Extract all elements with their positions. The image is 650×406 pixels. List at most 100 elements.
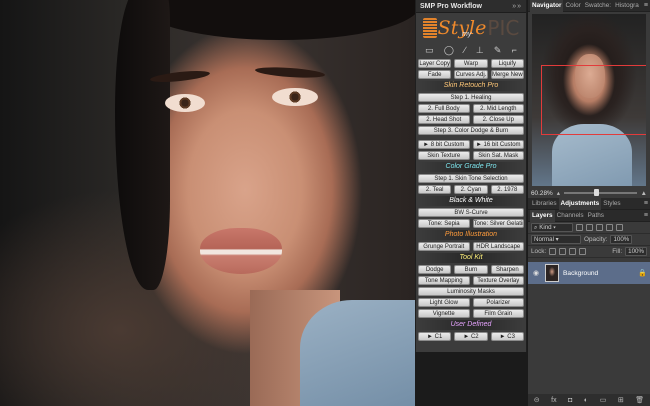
type-filter-icon[interactable] bbox=[596, 224, 603, 231]
pencil-icon[interactable]: ✎ bbox=[494, 45, 502, 56]
button-row: Dodge Burn Sharpen bbox=[416, 265, 526, 274]
adjustment-layer-icon[interactable]: ◐ bbox=[584, 397, 588, 404]
zoom-level[interactable]: 60.28% bbox=[531, 190, 553, 197]
tab-paths[interactable]: Paths bbox=[586, 210, 606, 222]
panel-menu-icon[interactable]: ≡ bbox=[644, 212, 648, 219]
zoom-out-icon[interactable]: ▴ bbox=[557, 189, 560, 197]
tab-color[interactable]: Color bbox=[563, 0, 582, 12]
zoom-slider[interactable] bbox=[563, 189, 637, 196]
layer-row-background[interactable]: ◉ Background 🔒 bbox=[528, 262, 650, 284]
button-row: Step 1. Skin Tone Selection bbox=[416, 174, 526, 183]
tone-silver-gelatin-button[interactable]: Tone: Silver Gelatin bbox=[472, 219, 524, 228]
lock-pixels-icon[interactable] bbox=[559, 248, 567, 255]
stamp-icon[interactable]: ⊥ bbox=[476, 45, 484, 56]
link-layers-icon[interactable]: ⊝ bbox=[534, 396, 540, 404]
skin-sat-mask-button[interactable]: Skin Sat. Mask bbox=[472, 151, 524, 160]
trash-icon[interactable]: 🗑 bbox=[635, 396, 644, 404]
2-full-body-button[interactable]: 2. Full Body bbox=[418, 104, 470, 113]
c2-button[interactable]: ► C2 bbox=[454, 332, 488, 341]
eyedropper-icon[interactable]: ⌐ bbox=[512, 45, 517, 55]
2-1978-button[interactable]: 2. 1978 bbox=[490, 185, 524, 194]
8-bit-custom-button[interactable]: ► 8 bit Custom bbox=[418, 140, 470, 149]
hdr-landscape-button[interactable]: HDR Landscape bbox=[472, 242, 524, 251]
smart-filter-icon[interactable] bbox=[616, 224, 623, 231]
16-bit-custom-button[interactable]: ► 16 bit Custom bbox=[472, 140, 524, 149]
layer-copy-button[interactable]: Layer Copy bbox=[418, 59, 452, 68]
step-3-color-dodge-burn-button[interactable]: Step 3. Color Dodge & Burn bbox=[418, 126, 524, 135]
fill-field[interactable]: 100% bbox=[625, 247, 647, 256]
c1-button[interactable]: ► C1 bbox=[418, 332, 452, 341]
light-glow-button[interactable]: Light Glow bbox=[418, 298, 470, 307]
opacity-field[interactable]: 100% bbox=[610, 235, 633, 244]
merge-new-button[interactable]: Merge New bbox=[490, 70, 524, 79]
pixel-filter-icon[interactable] bbox=[576, 224, 583, 231]
panel-menu-icon[interactable]: ≡ bbox=[644, 2, 648, 9]
tab-swatches[interactable]: Swatche: bbox=[583, 0, 613, 12]
blend-mode-select[interactable]: Normal ▾ bbox=[531, 235, 581, 244]
tone-mapping-button[interactable]: Tone Mapping bbox=[418, 276, 470, 285]
style-my-pic-logo: Style PIC my bbox=[416, 13, 526, 43]
2-head-shot-button[interactable]: 2. Head Shot bbox=[418, 115, 470, 124]
2-teal-button[interactable]: 2. Teal bbox=[418, 185, 452, 194]
bw-s-curve-button[interactable]: BW S-Curve bbox=[418, 208, 524, 217]
collapse-icon[interactable]: »» bbox=[512, 3, 522, 10]
lock-all-icon[interactable] bbox=[579, 248, 587, 255]
curves-adj-button[interactable]: Curves Adj. bbox=[454, 70, 488, 79]
tool-kit-section-title: Tool Kit bbox=[418, 253, 524, 263]
tab-histogram[interactable]: Histogra bbox=[613, 0, 641, 12]
adjustments-tabbar: Libraries Adjustments Styles ≡ bbox=[528, 197, 650, 210]
hair-left bbox=[115, 0, 170, 290]
visibility-eye-icon[interactable]: ◉ bbox=[531, 269, 541, 277]
tab-styles[interactable]: Styles bbox=[601, 198, 622, 210]
dodge-button[interactable]: Dodge bbox=[418, 265, 452, 274]
film-grain-button[interactable]: Film Grain bbox=[472, 309, 524, 318]
panel-menu-icon[interactable]: ≡ bbox=[644, 200, 648, 207]
polarizer-button[interactable]: Polarizer bbox=[472, 298, 524, 307]
liquify-button[interactable]: Liquify bbox=[490, 59, 524, 68]
adjustment-filter-icon[interactable] bbox=[586, 224, 593, 231]
step-1-skin-tone-selection-button[interactable]: Step 1. Skin Tone Selection bbox=[418, 174, 524, 183]
fill-label: Fill: bbox=[612, 248, 623, 255]
lock-transparent-icon[interactable] bbox=[549, 248, 557, 255]
photo-canvas[interactable] bbox=[0, 0, 415, 406]
shape-filter-icon[interactable] bbox=[606, 224, 613, 231]
grunge-portrait-button[interactable]: Grunge Portrait bbox=[418, 242, 470, 251]
panel-header[interactable]: SMP Pro Workflow »» bbox=[416, 0, 526, 13]
layer-name[interactable]: Background bbox=[563, 270, 634, 277]
zoom-in-icon[interactable]: ▲ bbox=[641, 190, 647, 197]
tab-adjustments[interactable]: Adjustments bbox=[558, 197, 602, 210]
fx-icon[interactable]: fx bbox=[551, 397, 556, 404]
warp-button[interactable]: Warp bbox=[454, 59, 488, 68]
tab-channels[interactable]: Channels bbox=[555, 210, 586, 222]
2-close-up-button[interactable]: 2. Close Up bbox=[472, 115, 524, 124]
tab-navigator[interactable]: Navigator bbox=[530, 0, 564, 12]
skin-texture-button[interactable]: Skin Texture bbox=[418, 151, 470, 160]
button-row: 2. Full Body 2. Mid Length bbox=[416, 104, 526, 113]
sharpen-button[interactable]: Sharpen bbox=[490, 265, 524, 274]
texture-overlay-button[interactable]: Texture Overlay bbox=[472, 276, 524, 285]
lasso-icon[interactable]: ◯ bbox=[444, 45, 454, 56]
brush-icon[interactable]: ∕ bbox=[464, 45, 466, 55]
vignette-button[interactable]: Vignette bbox=[418, 309, 470, 318]
fade-button[interactable]: Fade bbox=[418, 70, 452, 79]
button-row: ► C1 ► C2 ► C3 bbox=[416, 332, 526, 341]
view-rectangle[interactable] bbox=[541, 65, 646, 135]
navigator-thumbnail[interactable] bbox=[532, 14, 646, 186]
zoom-slider-knob[interactable] bbox=[594, 189, 600, 196]
mask-icon[interactable]: ◘ bbox=[568, 397, 572, 404]
group-icon[interactable]: ▭ bbox=[600, 396, 607, 404]
kind-filter-select[interactable]: ⌕ Kind ▾ bbox=[531, 223, 573, 232]
luminosity-masks-button[interactable]: Luminosity Masks bbox=[418, 287, 524, 296]
2-mid-length-button[interactable]: 2. Mid Length bbox=[472, 104, 524, 113]
burn-button[interactable]: Burn bbox=[454, 265, 488, 274]
marquee-icon[interactable]: ▭ bbox=[425, 45, 434, 56]
step-1-healing-button[interactable]: Step 1. Healing bbox=[418, 93, 524, 102]
c3-button[interactable]: ► C3 bbox=[490, 332, 524, 341]
lock-position-icon[interactable] bbox=[569, 248, 577, 255]
new-layer-icon[interactable]: ⊞ bbox=[618, 396, 624, 404]
tab-layers[interactable]: Layers bbox=[530, 209, 555, 222]
skin-retouch-pro-section-title: Skin Retouch Pro bbox=[418, 81, 524, 91]
2-cyan-button[interactable]: 2. Cyan bbox=[454, 185, 488, 194]
tone-sepia-button[interactable]: Tone: Sepia bbox=[418, 219, 470, 228]
tab-libraries[interactable]: Libraries bbox=[530, 198, 559, 210]
